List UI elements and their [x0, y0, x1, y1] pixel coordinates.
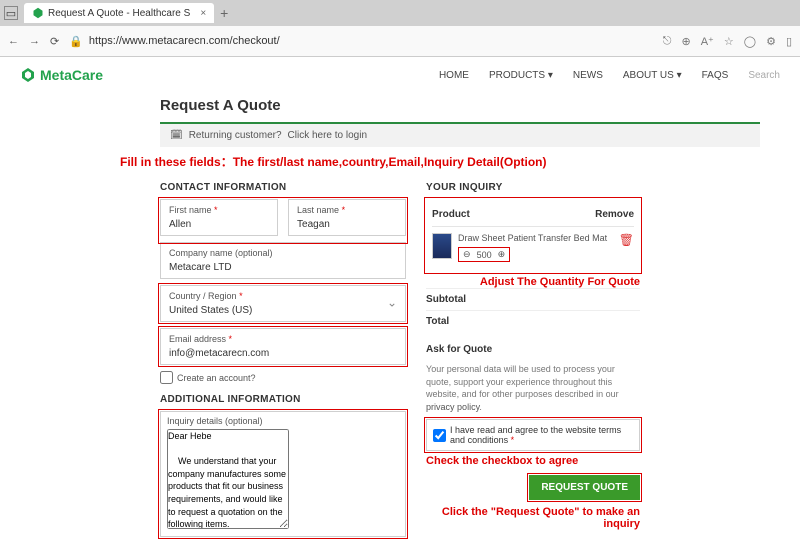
calendar-icon: 🗓 [170, 130, 183, 141]
logo-text: MetaCare [40, 67, 103, 83]
menu-faqs[interactable]: FAQS [702, 70, 729, 81]
favorite-icon[interactable]: ☆ [724, 35, 734, 48]
returning-customer-notice: 🗓 Returning customer? Click here to logi… [160, 122, 760, 147]
returning-text: Returning customer? [189, 130, 282, 141]
quantity-stepper[interactable]: ⊖ 500 ⊕ [458, 247, 510, 262]
last-name-input[interactable] [297, 219, 397, 230]
annotation-click-request: Click the "Request Quote" to make an inq… [426, 506, 640, 530]
col-product: Product [432, 209, 470, 220]
tabs-overview-icon[interactable]: ▭ [4, 6, 18, 20]
menu-home[interactable]: HOME [439, 70, 469, 81]
company-input[interactable] [169, 262, 397, 273]
logo-icon [20, 67, 36, 83]
company-label: Company name (optional) [169, 248, 397, 258]
split-icon[interactable]: ▯ [786, 35, 792, 48]
qty-minus-icon[interactable]: ⊖ [463, 249, 471, 260]
annotation-adjust-qty: Adjust The Quantity For Quote [426, 276, 640, 288]
reload-icon[interactable]: ⟳ [50, 35, 59, 48]
tab-bar: ▭ Request A Quote - Healthcare S × + [0, 0, 800, 26]
subtotal-label: Subtotal [426, 294, 466, 305]
product-thumbnail [432, 233, 452, 259]
country-select[interactable] [169, 305, 397, 316]
product-row: Draw Sheet Patient Transfer Bed Mat ⊖ 50… [432, 227, 634, 268]
qty-value: 500 [477, 250, 492, 260]
favicon-icon [32, 7, 44, 19]
inquiry-details-textarea[interactable] [167, 429, 289, 529]
first-name-label: First name * [169, 205, 269, 215]
extension1-icon[interactable]: ◯ [744, 35, 756, 48]
last-name-label: Last name * [297, 205, 397, 215]
ask-quote-heading: Ask for Quote [426, 344, 640, 355]
privacy-text: Your personal data will be used to proce… [426, 363, 640, 413]
read-icon[interactable]: A⁺ [701, 35, 714, 48]
main-menu: HOME PRODUCTS ▾ NEWS ABOUT US ▾ FAQS Sea… [439, 70, 780, 81]
contact-heading: CONTACT INFORMATION [160, 182, 406, 193]
top-nav: MetaCare HOME PRODUCTS ▾ NEWS ABOUT US ▾… [20, 57, 780, 93]
agree-checkbox[interactable] [433, 429, 446, 442]
browser-tab[interactable]: Request A Quote - Healthcare S × [24, 3, 214, 23]
extension2-icon[interactable]: ⚙ [766, 35, 776, 48]
col-remove: Remove [595, 209, 634, 220]
lock-icon: 🔒 [69, 35, 83, 48]
email-label: Email address * [169, 334, 397, 344]
menu-search[interactable]: Search [748, 70, 780, 81]
product-name: Draw Sheet Patient Transfer Bed Mat [458, 233, 613, 243]
country-label: Country / Region * [169, 291, 397, 301]
close-tab-icon[interactable]: × [200, 8, 206, 19]
menu-products[interactable]: PRODUCTS ▾ [489, 70, 553, 81]
menu-about[interactable]: ABOUT US ▾ [623, 70, 682, 81]
inquiry-details-label: Inquiry details (optional) [167, 416, 399, 426]
first-name-input[interactable] [169, 219, 269, 230]
tab-title: Request A Quote - Healthcare S [48, 8, 190, 19]
translate-icon[interactable]: ⎋ [663, 35, 672, 48]
qty-plus-icon[interactable]: ⊕ [498, 249, 506, 260]
inquiry-heading: YOUR INQUIRY [426, 182, 640, 193]
forward-icon[interactable]: → [29, 35, 40, 47]
create-account-checkbox[interactable] [160, 371, 173, 384]
privacy-link[interactable]: privacy policy [426, 402, 479, 412]
email-input[interactable] [169, 348, 397, 359]
menu-news[interactable]: NEWS [573, 70, 603, 81]
url-text: https://www.metacarecn.com/checkout/ [89, 35, 280, 47]
annotation-check-agree: Check the checkbox to agree [426, 455, 640, 467]
page-title: Request A Quote [160, 97, 780, 114]
zoom-icon[interactable]: ⊕ [682, 35, 691, 48]
request-quote-button[interactable]: REQUEST QUOTE [529, 475, 640, 500]
agree-box: I have read and agree to the website ter… [426, 419, 640, 451]
url-field[interactable]: 🔒 https://www.metacarecn.com/checkout/ [69, 35, 653, 48]
additional-heading: ADDITIONAL INFORMATION [160, 394, 406, 405]
agree-text: I have read and agree to the website ter… [450, 425, 633, 445]
logo[interactable]: MetaCare [20, 67, 103, 83]
login-link[interactable]: Click here to login [288, 130, 367, 141]
address-bar: ← → ⟳ 🔒 https://www.metacarecn.com/check… [0, 26, 800, 56]
create-account-label: Create an account? [177, 373, 256, 383]
back-icon[interactable]: ← [8, 35, 19, 47]
total-label: Total [426, 316, 449, 327]
remove-item-icon[interactable]: 🗑 [619, 233, 634, 247]
annotation-fill-fields: Fill in these fields：The first/last name… [120, 153, 780, 170]
new-tab-icon[interactable]: + [220, 5, 228, 21]
